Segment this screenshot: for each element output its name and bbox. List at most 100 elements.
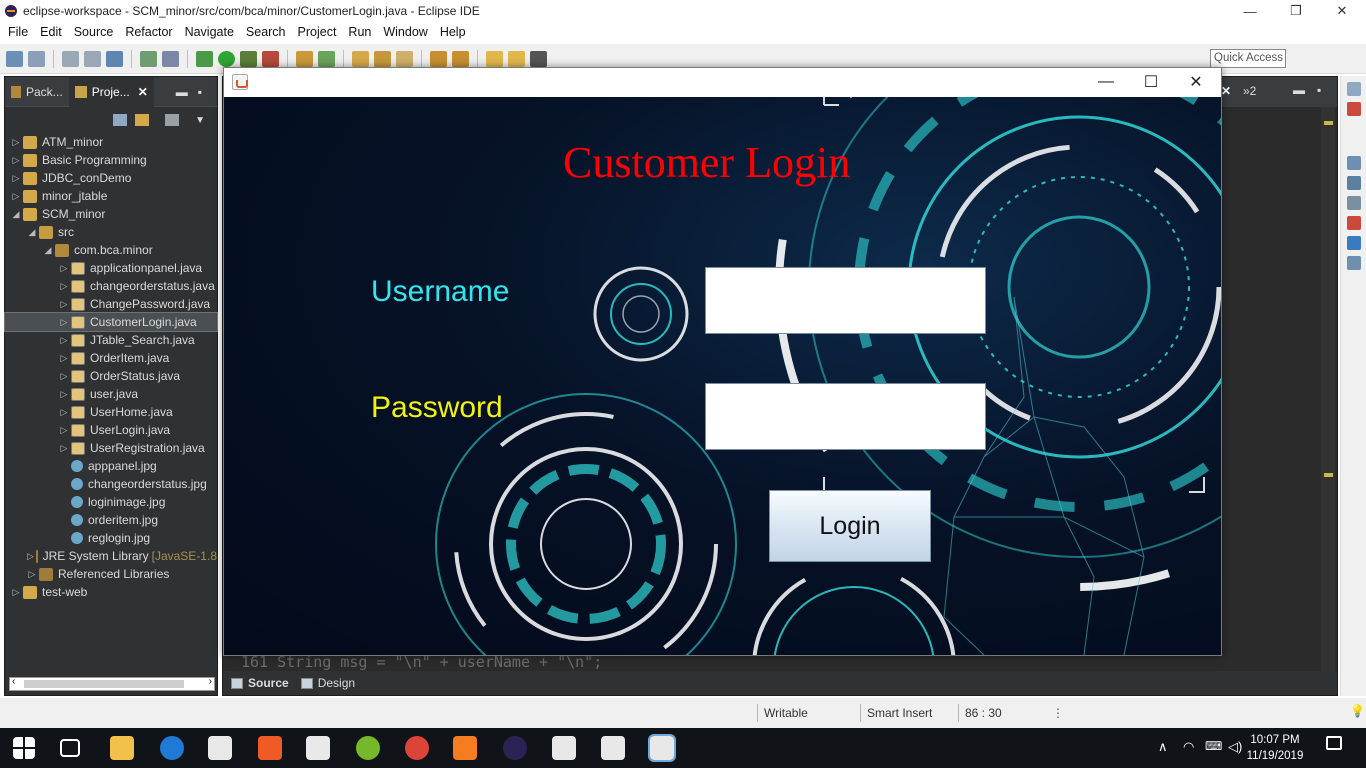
java-app-icon-1[interactable] xyxy=(552,736,576,760)
collapsed-arrow-icon[interactable]: ▷ xyxy=(59,407,69,418)
ruler-marker[interactable] xyxy=(1324,473,1333,477)
tree-item[interactable]: ▷ Referenced Libraries xyxy=(5,565,217,583)
terminal-icon[interactable] xyxy=(106,50,123,67)
task-list-icon[interactable] xyxy=(1346,176,1361,190)
collapsed-arrow-icon[interactable]: ▷ xyxy=(11,587,21,598)
collapsed-arrow-icon[interactable]: ▷ xyxy=(59,425,69,436)
collapsed-arrow-icon[interactable]: ▷ xyxy=(59,389,69,400)
collapsed-arrow-icon[interactable]: ▷ xyxy=(11,155,21,166)
minimize-view-icon[interactable]: ▬ xyxy=(176,85,188,99)
forward-icon[interactable] xyxy=(530,50,547,67)
tree-item[interactable]: ▷ ChangePassword.java xyxy=(5,295,217,313)
edge-icon[interactable] xyxy=(160,736,184,760)
menu-help[interactable]: Help xyxy=(434,25,472,39)
tree-item[interactable]: ▷ UserRegistration.java xyxy=(5,439,217,457)
collapse-all-icon[interactable] xyxy=(113,114,128,126)
frame-minimize-button[interactable]: — xyxy=(1084,70,1128,94)
minimize-editor-icon[interactable]: ▬ xyxy=(1293,83,1305,97)
view-menu-icon[interactable]: ▼ xyxy=(195,115,205,126)
tree-item[interactable]: ▷ CustomerLogin.java xyxy=(4,312,218,332)
collapsed-arrow-icon[interactable]: ▷ xyxy=(11,191,21,202)
javadoc-icon[interactable] xyxy=(1346,236,1361,250)
declaration-icon[interactable] xyxy=(1346,256,1361,270)
menu-navigate[interactable]: Navigate xyxy=(179,25,240,39)
store-icon[interactable] xyxy=(306,736,330,760)
open-task-icon[interactable] xyxy=(374,50,391,67)
tree-item[interactable]: ▷ ATM_minor xyxy=(5,133,217,151)
tray-chevron-icon[interactable]: ∧ xyxy=(1158,739,1168,755)
wifi-icon[interactable]: ◠ xyxy=(1183,739,1194,755)
tree-item[interactable]: ▷ Basic Programming xyxy=(5,151,217,169)
tree-item[interactable]: ◢ src xyxy=(5,223,217,241)
new-icon[interactable] xyxy=(6,50,23,67)
java-app-icon-3[interactable] xyxy=(648,734,676,762)
tree-item[interactable]: loginimage.jpg xyxy=(5,493,217,511)
more-editors-tab[interactable]: »2 xyxy=(1243,84,1256,98)
collapsed-arrow-icon[interactable]: ▷ xyxy=(59,317,69,328)
search-icon[interactable] xyxy=(396,50,413,67)
expanded-arrow-icon[interactable]: ◢ xyxy=(43,245,53,256)
tree-item[interactable]: ▷ changeorderstatus.java xyxy=(5,277,217,295)
menu-source[interactable]: Source xyxy=(68,25,120,39)
tab-source[interactable]: Source xyxy=(231,676,289,690)
collapsed-arrow-icon[interactable]: ▷ xyxy=(11,137,21,148)
input-method-icon[interactable]: ⌨ xyxy=(1205,739,1222,753)
username-field[interactable] xyxy=(705,267,986,334)
filter-icon[interactable] xyxy=(165,114,180,126)
run-icon[interactable] xyxy=(218,50,235,67)
close-tab-icon[interactable]: ✕ xyxy=(138,85,148,99)
menu-file[interactable]: File xyxy=(2,25,34,39)
xampp-icon[interactable] xyxy=(453,736,477,760)
frame-close-button[interactable]: ✕ xyxy=(1174,70,1218,94)
collapsed-arrow-icon[interactable]: ▷ xyxy=(59,281,69,292)
minimize-button[interactable]: — xyxy=(1227,0,1273,22)
collapsed-arrow-icon[interactable]: ▷ xyxy=(27,551,34,562)
system-clock[interactable]: 10:07 PM 11/19/2019 xyxy=(1240,732,1310,764)
tree-item[interactable]: orderitem.jpg xyxy=(5,511,217,529)
tree-item[interactable]: apppanel.jpg xyxy=(5,457,217,475)
collapsed-arrow-icon[interactable]: ▷ xyxy=(59,443,69,454)
collapsed-arrow-icon[interactable]: ▷ xyxy=(59,263,69,274)
tree-item[interactable]: ▷ applicationpanel.java xyxy=(5,259,217,277)
tree-item[interactable]: ▷ JRE System Library [JavaSE-1.8 xyxy=(5,547,217,565)
save-all-icon[interactable] xyxy=(84,50,101,67)
prev-annotation-icon[interactable] xyxy=(452,50,469,67)
menu-refactor[interactable]: Refactor xyxy=(119,25,178,39)
close-editor-icon[interactable]: ✕ xyxy=(1221,84,1231,98)
task-view-icon[interactable] xyxy=(60,739,80,757)
menu-run[interactable]: Run xyxy=(342,25,377,39)
new-wizard-icon[interactable] xyxy=(28,50,45,67)
skip-breakpoints-icon[interactable] xyxy=(162,50,179,67)
utorrent-icon[interactable] xyxy=(356,736,380,760)
notifications-icon[interactable] xyxy=(1326,736,1342,750)
tree-item[interactable]: ▷ UserLogin.java xyxy=(5,421,217,439)
scroll-left-icon[interactable]: ‹ xyxy=(12,676,15,687)
horizontal-scrollbar[interactable]: ‹ › xyxy=(9,676,215,691)
close-button[interactable]: ✕ xyxy=(1319,0,1365,22)
tree-item[interactable]: ▷ minor_jtable xyxy=(5,187,217,205)
tree-item[interactable]: ▷ OrderStatus.java xyxy=(5,367,217,385)
restore-button[interactable]: ❐ xyxy=(1273,0,1319,22)
maximize-editor-icon[interactable]: ▪ xyxy=(1317,83,1321,97)
collapsed-arrow-icon[interactable]: ▷ xyxy=(59,335,69,346)
collapsed-arrow-icon[interactable]: ▷ xyxy=(59,371,69,382)
file-explorer-icon[interactable] xyxy=(110,736,134,760)
eclipse-taskbar-icon[interactable] xyxy=(503,736,527,760)
mail-icon[interactable] xyxy=(208,736,232,760)
problems-icon[interactable] xyxy=(1346,196,1361,210)
frame-maximize-button[interactable]: ☐ xyxy=(1129,70,1173,94)
save-icon[interactable] xyxy=(62,50,79,67)
expanded-arrow-icon[interactable]: ◢ xyxy=(27,227,37,238)
toggle-icon[interactable] xyxy=(140,50,157,67)
expanded-arrow-icon[interactable]: ◢ xyxy=(11,209,21,220)
scrollbar-thumb[interactable] xyxy=(24,680,184,688)
overview-ruler[interactable] xyxy=(1321,107,1335,673)
collapsed-arrow-icon[interactable]: ▷ xyxy=(11,173,21,184)
external-tools-icon[interactable] xyxy=(262,50,279,67)
ruler-marker[interactable] xyxy=(1324,121,1333,125)
tab-project-explorer[interactable]: Proje... ✕ xyxy=(68,76,154,107)
collapsed-arrow-icon[interactable]: ▷ xyxy=(59,353,69,364)
java-perspective-icon[interactable] xyxy=(1346,102,1361,116)
start-icon[interactable] xyxy=(13,737,35,759)
tab-design[interactable]: Design xyxy=(300,676,355,690)
